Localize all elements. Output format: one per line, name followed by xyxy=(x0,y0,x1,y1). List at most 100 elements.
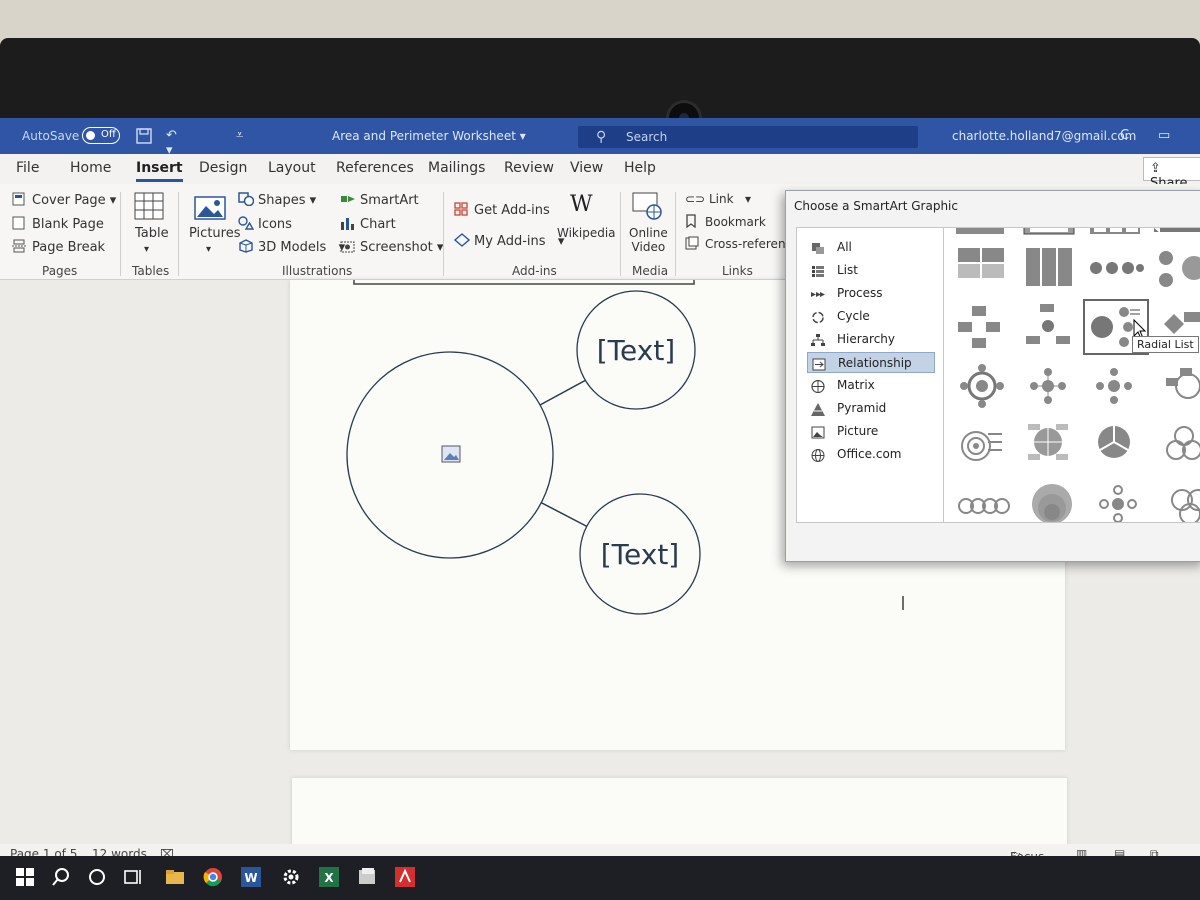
tab-layout[interactable]: Layout xyxy=(268,160,316,176)
layout-thumb[interactable] xyxy=(958,248,1004,278)
layout-thumb[interactable] xyxy=(961,431,1002,461)
blank-page-button[interactable]: Blank Page xyxy=(12,216,104,232)
account-initial[interactable]: C xyxy=(1120,128,1136,144)
app-icon[interactable] xyxy=(356,866,378,888)
acrobat-icon[interactable] xyxy=(394,866,416,888)
tab-mailings[interactable]: Mailings xyxy=(428,160,485,176)
table-dropdown-icon[interactable]: ▾ xyxy=(144,244,149,255)
word-icon[interactable]: W xyxy=(240,866,262,888)
layout-thumb[interactable] xyxy=(1030,368,1066,404)
layout-thumb[interactable] xyxy=(1164,312,1200,334)
table-button[interactable]: Table xyxy=(135,226,169,241)
undo-icon[interactable]: ↶ ▾ xyxy=(166,128,182,158)
category-hierarchy[interactable]: Hierarchy xyxy=(807,329,935,350)
group-pages-label: Pages xyxy=(42,264,78,278)
category-process[interactable]: Process xyxy=(807,283,935,304)
category-all[interactable]: All xyxy=(807,237,935,258)
tab-help[interactable]: Help xyxy=(624,160,656,176)
pictures-icon[interactable] xyxy=(194,196,226,224)
chrome-icon[interactable] xyxy=(202,866,224,888)
page-break-button[interactable]: Page Break xyxy=(12,239,105,255)
bottom-circle-text[interactable]: [Text] xyxy=(601,538,679,571)
divider xyxy=(120,192,121,276)
layout-thumb[interactable] xyxy=(1159,251,1200,287)
layout-thumb[interactable] xyxy=(1026,304,1070,344)
layout-thumb[interactable] xyxy=(1166,368,1200,399)
screen: AutoSave Off ↶ ▾ ⩡ Area and Perimeter Wo… xyxy=(0,118,1200,900)
link-button[interactable]: ⊂⊃ Link ▾ xyxy=(685,192,751,206)
cross-reference-button[interactable]: Cross-reference xyxy=(685,236,800,251)
smartart-button[interactable]: SmartArt xyxy=(340,192,419,208)
top-circle-text[interactable]: [Text] xyxy=(597,334,675,367)
shapes-button[interactable]: Shapes ▾ xyxy=(238,192,316,208)
tab-references[interactable]: References xyxy=(336,160,414,176)
category-relationship[interactable]: Relationship xyxy=(807,352,935,373)
pictures-dropdown-icon[interactable]: ▾ xyxy=(206,244,211,255)
document-title[interactable]: Area and Perimeter Worksheet ▾ xyxy=(332,129,526,143)
layout-thumb[interactable] xyxy=(960,364,1004,408)
chart-button[interactable]: Chart xyxy=(340,216,396,232)
category-cycle[interactable]: Cycle xyxy=(807,306,935,327)
category-matrix[interactable]: Matrix xyxy=(807,375,935,396)
customize-toolbar-icon[interactable]: ⩡ xyxy=(236,128,252,144)
share-button[interactable]: ⇪ Share xyxy=(1143,157,1200,191)
category-list-item[interactable]: List xyxy=(807,260,935,281)
category-office-com[interactable]: Office.com xyxy=(807,444,935,465)
file-explorer-icon[interactable] xyxy=(164,866,186,888)
layout-gallery: Radial List xyxy=(944,227,1200,523)
layout-thumb[interactable] xyxy=(1090,228,1140,234)
tab-design[interactable]: Design xyxy=(199,160,247,176)
settings-icon[interactable] xyxy=(280,866,302,888)
layout-thumb[interactable] xyxy=(1098,426,1130,458)
table-icon[interactable] xyxy=(134,192,164,224)
screenshot-button[interactable]: Screenshot ▾ xyxy=(340,239,443,255)
layout-thumb[interactable] xyxy=(1154,228,1200,233)
tab-home[interactable]: Home xyxy=(70,160,111,176)
tab-view[interactable]: View xyxy=(570,160,603,176)
layout-thumb[interactable] xyxy=(1026,248,1072,286)
online-video-icon[interactable] xyxy=(632,192,662,224)
layout-thumb[interactable] xyxy=(1032,484,1072,523)
layout-thumb[interactable] xyxy=(1090,262,1144,274)
wikipedia-icon[interactable]: W xyxy=(570,192,593,217)
category-picture[interactable]: Picture xyxy=(807,421,935,442)
layout-thumb[interactable] xyxy=(1171,489,1200,523)
search-icon[interactable] xyxy=(50,866,72,888)
cortana-icon[interactable] xyxy=(86,866,108,888)
picture-placeholder-icon[interactable] xyxy=(441,445,461,463)
excel-icon[interactable]: X xyxy=(318,866,340,888)
search-box[interactable]: ⚲ Search xyxy=(578,126,918,148)
layout-thumb[interactable] xyxy=(1096,368,1132,404)
ribbon-display-icon[interactable]: ▭ xyxy=(1158,128,1174,144)
account-name[interactable]: charlotte.holland7@gmail.com xyxy=(952,129,1136,143)
save-icon[interactable] xyxy=(136,128,152,144)
layout-thumb[interactable] xyxy=(958,498,1010,514)
layout-thumb[interactable] xyxy=(1166,426,1200,460)
get-addins-button[interactable]: Get Add-ins xyxy=(454,202,550,218)
layout-thumb[interactable] xyxy=(1028,424,1068,460)
layout-thumb[interactable] xyxy=(1023,228,1075,235)
cover-page-button[interactable]: Cover Page ▾ xyxy=(12,192,116,208)
autosave-toggle[interactable]: Off xyxy=(82,127,120,144)
ribbon-tabs: File Home Insert Design Layout Reference… xyxy=(0,154,1200,191)
category-pyramid[interactable]: Pyramid xyxy=(807,398,935,419)
3d-models-button[interactable]: 3D Models ▾ xyxy=(238,239,345,255)
tab-review[interactable]: Review xyxy=(504,160,554,176)
wikipedia-button[interactable]: Wikipedia xyxy=(557,226,616,240)
bookmark-button[interactable]: Bookmark xyxy=(685,214,766,229)
task-view-icon[interactable] xyxy=(122,866,144,888)
my-addins-button[interactable]: My Add-ins ▾ xyxy=(453,233,564,249)
search-icon: ⚲ xyxy=(596,129,607,145)
icons-button[interactable]: Icons xyxy=(238,216,292,232)
smartart-dialog[interactable]: Choose a SmartArt Graphic All List Proce… xyxy=(785,190,1200,562)
pictures-button[interactable]: Pictures xyxy=(189,226,240,241)
share-icon: ⇪ xyxy=(1150,161,1161,176)
windows-start-icon[interactable] xyxy=(14,866,36,888)
layout-thumb[interactable] xyxy=(958,306,1000,348)
tab-insert[interactable]: Insert xyxy=(136,160,183,182)
bookmark-icon xyxy=(685,214,701,229)
online-video-button[interactable]: Online Video xyxy=(629,226,668,254)
layout-thumb[interactable] xyxy=(1099,485,1137,522)
tab-file[interactable]: File xyxy=(16,160,39,176)
layout-thumb[interactable] xyxy=(956,228,1004,234)
